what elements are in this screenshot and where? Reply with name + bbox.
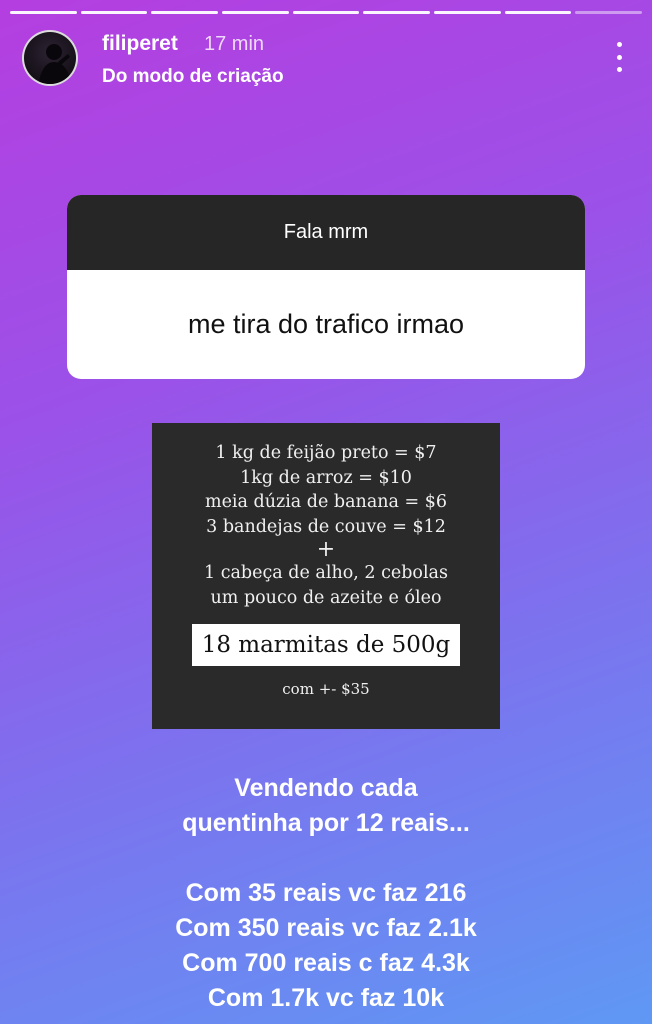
plus-sign: + — [316, 537, 336, 562]
question-prompt: Fala mrm — [67, 195, 585, 270]
recipe-line: 3 bandejas de couve = $12 — [206, 516, 446, 537]
dot — [616, 54, 622, 60]
progress-segment — [292, 11, 360, 14]
progress-segment — [151, 11, 219, 14]
caption-line: quentinha por 12 reais... — [182, 809, 470, 837]
vertical-ellipsis-icon[interactable] — [616, 42, 622, 72]
story-progress-bar — [10, 11, 643, 14]
recipe-line: meia dúzia de banana = $6 — [204, 492, 448, 512]
caption-line: Com 350 reais vc faz 2.1k — [175, 914, 477, 942]
recipe-image: 1 kg de feijão preto = $7 1kg de arroz =… — [152, 423, 500, 729]
progress-segment — [10, 11, 77, 14]
caption-line: Com 700 reais c faz 4.3k — [182, 949, 470, 977]
recipe-total: com +- $35 — [282, 680, 370, 698]
progress-segment — [504, 11, 572, 14]
recipe-extra: 1 cabeça de alho, 2 cebolas — [204, 563, 448, 583]
story-header: filiperet 17 min Do modo de criação — [22, 30, 630, 90]
username[interactable]: filiperet — [102, 32, 178, 56]
recipe-highlight: 18 marmitas de 500g — [192, 624, 460, 666]
progress-segment — [434, 11, 501, 14]
caption-line: Vendendo cada — [234, 774, 418, 802]
question-sticker: Fala mrm me tira do trafico irmao — [67, 195, 585, 379]
caption-line: Com 35 reais vc faz 216 — [185, 879, 467, 907]
recipe-extra: um pouco de azeite e óleo — [210, 587, 442, 608]
caption-results: Com 35 reais vc faz 216 Com 350 reais vc… — [0, 876, 652, 1016]
recipe-line: 1kg de arroz = $10 — [240, 467, 412, 488]
recipe-line: 1 kg de feijão preto = $7 — [215, 443, 437, 463]
post-time: 17 min — [204, 33, 265, 55]
progress-segment — [80, 11, 148, 14]
dot — [616, 67, 622, 72]
dot — [616, 42, 622, 47]
avatar[interactable] — [22, 30, 78, 86]
caption-intro: Vendendo cada quentinha por 12 reais... — [0, 771, 652, 841]
progress-segment — [222, 11, 289, 14]
caption-line: Com 1.7k vc faz 10k — [207, 984, 445, 1012]
person-silhouette-icon — [38, 44, 72, 84]
progress-segment — [363, 11, 431, 14]
question-answer: me tira do trafico irmao — [187, 309, 465, 339]
created-with-label[interactable]: Do modo de criação — [102, 66, 284, 88]
progress-segment-current — [575, 11, 643, 14]
